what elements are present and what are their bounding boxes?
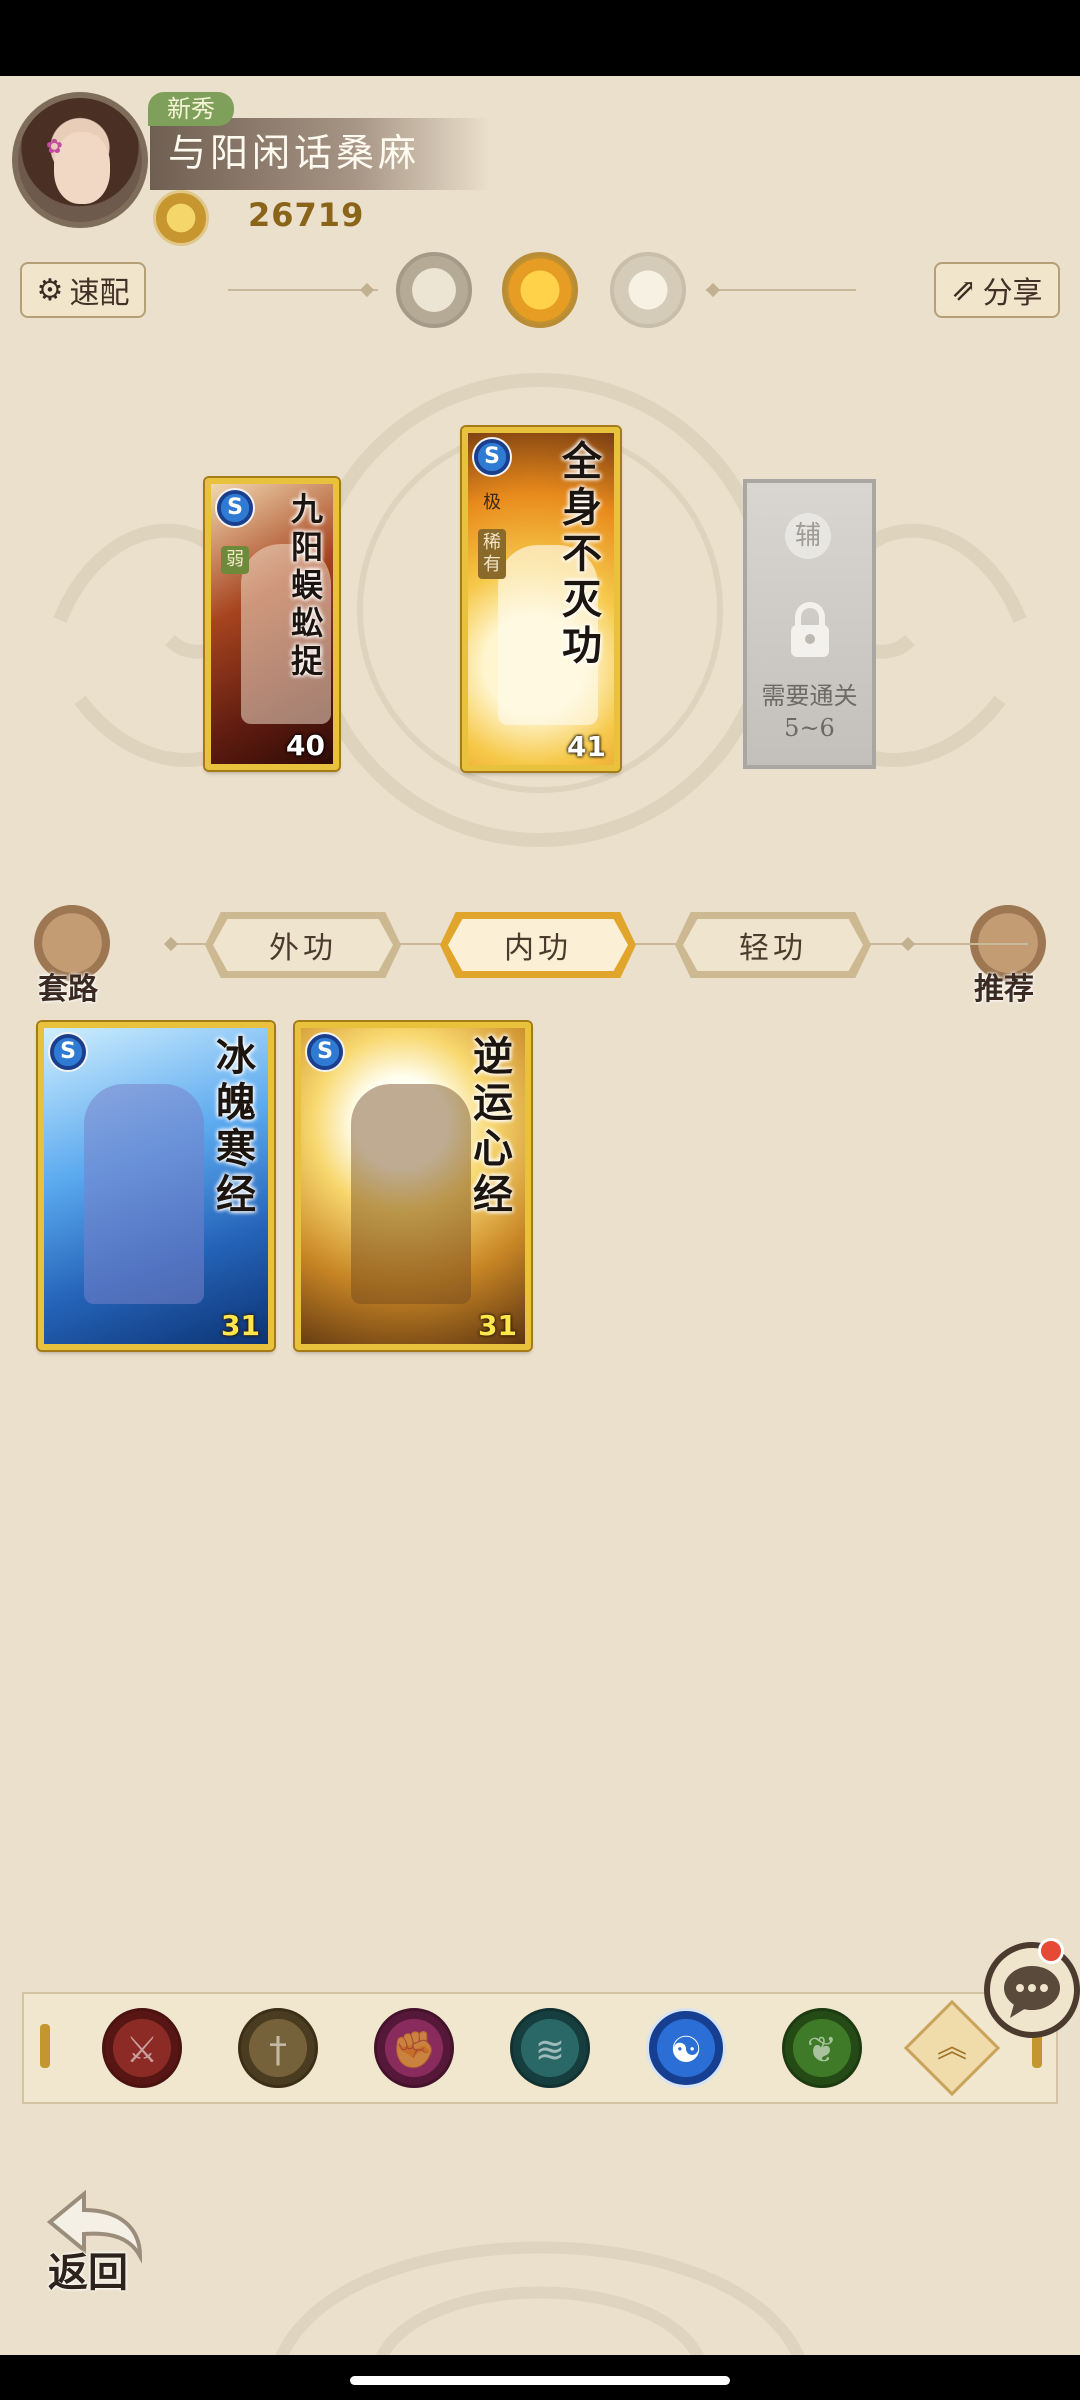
speed-match-label: 速配 — [69, 276, 130, 311]
card-title: 逆运心经 — [473, 1033, 513, 1218]
assist-label: 辅 — [785, 513, 831, 559]
card-title: 全身不灭功 — [562, 438, 602, 669]
internal-school-badge-icon: S — [215, 488, 255, 528]
recommend-label: 推荐 — [974, 972, 1034, 1007]
skill-card[interactable]: S 逆运心经 31 — [295, 1022, 531, 1350]
flower-icon: ✿ — [46, 134, 63, 158]
sword-icon: † — [269, 2030, 287, 2071]
bottom-ornament — [274, 2241, 806, 2360]
locked-assist-slot[interactable]: 辅 需要通关 5~6 — [743, 479, 876, 769]
chat-icon — [1004, 1966, 1060, 2018]
taiji-icon: ☯ — [669, 2030, 703, 2071]
divider-line — [228, 289, 378, 291]
gear-icon: ⚙ — [36, 272, 64, 308]
player-name: 与阳闲话桑麻 — [168, 131, 421, 175]
divider-line — [706, 289, 856, 291]
card-title: 九阳蜈蚣捉 — [290, 490, 323, 680]
tab-external[interactable]: 外功 — [205, 912, 401, 978]
internal-school-badge-icon: S — [472, 437, 512, 477]
unlock-stage: 5~6 — [784, 714, 835, 742]
fist-school-icon[interactable]: ✊ — [374, 2008, 454, 2088]
sun-mode-button[interactable] — [502, 252, 578, 328]
equipped-skill-card[interactable]: S 弱 九阳蜈蚣捉 40 — [205, 478, 339, 770]
card-level: 31 — [478, 1309, 517, 1342]
fan-school-icon[interactable]: ≋ — [510, 2008, 590, 2088]
card-title: 冰魄寒经 — [216, 1033, 256, 1218]
sword-school-icon[interactable]: † — [238, 2008, 318, 2088]
equipped-skill-card[interactable]: S 极 稀有 全身不灭功 41 — [462, 427, 620, 771]
chat-button[interactable] — [984, 1942, 1080, 2038]
fist-icon: ✊ — [391, 2030, 437, 2071]
rank-badge: 新秀 — [148, 92, 234, 126]
blade-icon: ⚔ — [125, 2030, 159, 2071]
fan-icon: ≋ — [534, 2030, 566, 2071]
share-icon: ⇗ — [951, 272, 977, 308]
share-button[interactable]: ⇗ 分享 — [934, 262, 1060, 318]
tab-label: 外功 — [269, 931, 337, 966]
rarity-tag: 稀有 — [478, 529, 506, 579]
back-label[interactable]: 返回 — [48, 2240, 128, 2298]
grade-tag: 极 — [483, 492, 501, 513]
routine-label: 套路 — [38, 972, 98, 1007]
home-indicator[interactable] — [350, 2376, 730, 2385]
player-avatar[interactable]: ✿ — [12, 92, 148, 228]
tab-internal[interactable]: 内功 — [440, 912, 636, 978]
grade-tag: 弱 — [221, 546, 249, 574]
combat-power-icon — [153, 190, 209, 246]
card-level: 40 — [286, 729, 325, 762]
blade-school-icon[interactable]: ⚔ — [102, 2008, 182, 2088]
notification-dot — [1038, 1938, 1064, 1964]
taiji-school-icon[interactable]: ☯ — [646, 2008, 726, 2088]
card-level: 41 — [567, 730, 606, 763]
combat-power-value: 26719 — [248, 196, 365, 234]
divider-diamond — [359, 282, 375, 298]
card-figure — [351, 1084, 471, 1304]
tab-label: 轻功 — [739, 931, 807, 966]
internal-school-badge-icon: S — [305, 1032, 345, 1072]
speed-match-button[interactable]: ⚙ 速配 — [20, 262, 146, 318]
leaf-icon: ❦ — [806, 2030, 838, 2071]
divider-diamond — [900, 936, 916, 952]
tab-label: 内功 — [504, 931, 572, 966]
divider-diamond — [163, 936, 179, 952]
status-bar — [0, 0, 1080, 76]
skill-card[interactable]: S 冰魄寒经 31 — [38, 1022, 274, 1350]
leaf-school-icon[interactable]: ❦ — [782, 2008, 862, 2088]
unlock-requirement: 需要通关 5~6 — [747, 680, 872, 744]
daylight-mode-button[interactable] — [610, 252, 686, 328]
tab-lightness[interactable]: 轻功 — [675, 912, 871, 978]
unlock-requirement-text: 需要通关 — [761, 682, 858, 710]
card-level: 31 — [221, 1309, 260, 1342]
chevron-up-icon: ︽ — [937, 2030, 967, 2065]
moon-mode-button[interactable] — [396, 252, 472, 328]
lock-icon — [791, 602, 829, 657]
bar-end-ornament — [40, 2024, 50, 2068]
card-figure — [84, 1084, 204, 1304]
internal-school-badge-icon: S — [48, 1032, 88, 1072]
divider-diamond — [705, 282, 721, 298]
share-label: 分享 — [982, 276, 1043, 311]
